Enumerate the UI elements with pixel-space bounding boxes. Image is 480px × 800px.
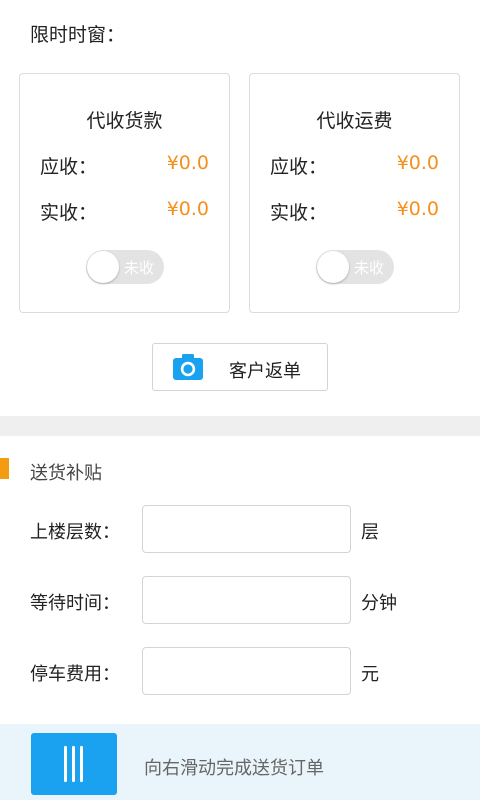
due-amount: ¥0.0 (396, 152, 439, 174)
toggle-knob (87, 251, 119, 283)
section-marker (0, 458, 9, 479)
floors-label: 上楼层数： (30, 522, 120, 543)
toggle-label: 未收 (354, 259, 385, 277)
section-divider (0, 416, 480, 436)
parking-fee-unit: 元 (361, 664, 379, 685)
cod-goods-card: 代收货款 应收： ¥0.0 实收： ¥0.0 未收 (19, 73, 230, 313)
slide-handle-icon (80, 746, 83, 782)
slider-hint-text: 向右滑动完成送货订单 (144, 758, 324, 779)
card-title: 代收货款 (86, 110, 163, 132)
parking-fee-input[interactable] (142, 647, 351, 695)
floors-unit: 层 (361, 522, 379, 543)
parking-fee-label: 停车费用： (30, 664, 120, 685)
collect-toggle[interactable]: 未收 (86, 250, 164, 284)
slide-handle-icon (64, 746, 67, 782)
toggle-label: 未收 (124, 259, 155, 277)
customer-return-button[interactable]: 客户返单 (152, 343, 328, 391)
customer-return-label: 客户返单 (229, 361, 301, 382)
received-label: 实收： (270, 202, 328, 224)
card-title: 代收运费 (316, 110, 393, 132)
time-window-label: 限时时窗： (30, 24, 126, 46)
cod-freight-card: 代收运费 应收： ¥0.0 实收： ¥0.0 未收 (249, 73, 460, 313)
camera-icon (173, 354, 203, 380)
slide-handle[interactable] (31, 733, 117, 795)
wait-time-unit: 分钟 (361, 593, 397, 614)
wait-time-input[interactable] (142, 576, 351, 624)
due-amount: ¥0.0 (166, 152, 209, 174)
toggle-knob (317, 251, 349, 283)
floors-input[interactable] (142, 505, 351, 553)
wait-time-label: 等待时间： (30, 593, 120, 614)
subsidy-section-title: 送货补贴 (30, 463, 102, 484)
collect-toggle[interactable]: 未收 (316, 250, 394, 284)
due-label: 应收： (40, 156, 98, 178)
received-amount: ¥0.0 (396, 198, 439, 220)
slide-handle-icon (72, 746, 75, 782)
due-label: 应收： (270, 156, 328, 178)
received-amount: ¥0.0 (166, 198, 209, 220)
complete-delivery-slider: 向右滑动完成送货订单 (0, 724, 480, 800)
received-label: 实收： (40, 202, 98, 224)
